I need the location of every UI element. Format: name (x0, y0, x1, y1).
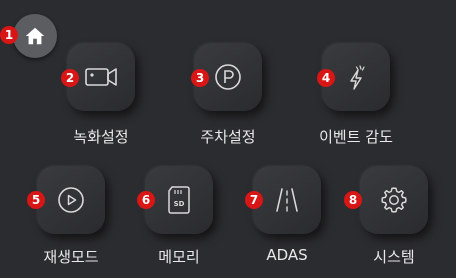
parking-settings-label: 주차설정 (200, 128, 256, 146)
adas-label: ADAS (266, 246, 308, 264)
parking-icon (213, 62, 243, 92)
badge-8: 8 (344, 191, 362, 209)
home-button[interactable] (13, 14, 57, 58)
adas-button[interactable] (253, 166, 321, 234)
memory-button[interactable]: SD (145, 166, 213, 234)
memory-label: 메모리 (158, 248, 200, 266)
playback-mode-button[interactable] (37, 166, 105, 234)
badge-1: 1 (0, 26, 18, 44)
system-button[interactable] (360, 166, 428, 234)
playback-mode-label: 재생모드 (43, 248, 99, 266)
home-icon (24, 25, 46, 47)
play-icon (56, 185, 86, 215)
lightning-icon (341, 61, 371, 93)
badge-5: 5 (27, 191, 45, 209)
badge-2: 2 (61, 69, 79, 87)
lane-icon (272, 185, 302, 215)
camera-icon (83, 63, 119, 91)
sd-card-text: SD (173, 200, 185, 208)
system-label: 시스템 (373, 248, 415, 266)
badge-7: 7 (245, 191, 263, 209)
event-sensitivity-label: 이벤트 감도 (319, 128, 393, 146)
sd-card-icon: SD (167, 185, 191, 215)
gear-icon (379, 185, 409, 215)
badge-3: 3 (191, 69, 209, 87)
badge-4: 4 (317, 69, 335, 87)
record-settings-label: 녹화설정 (73, 128, 129, 146)
badge-6: 6 (137, 191, 155, 209)
